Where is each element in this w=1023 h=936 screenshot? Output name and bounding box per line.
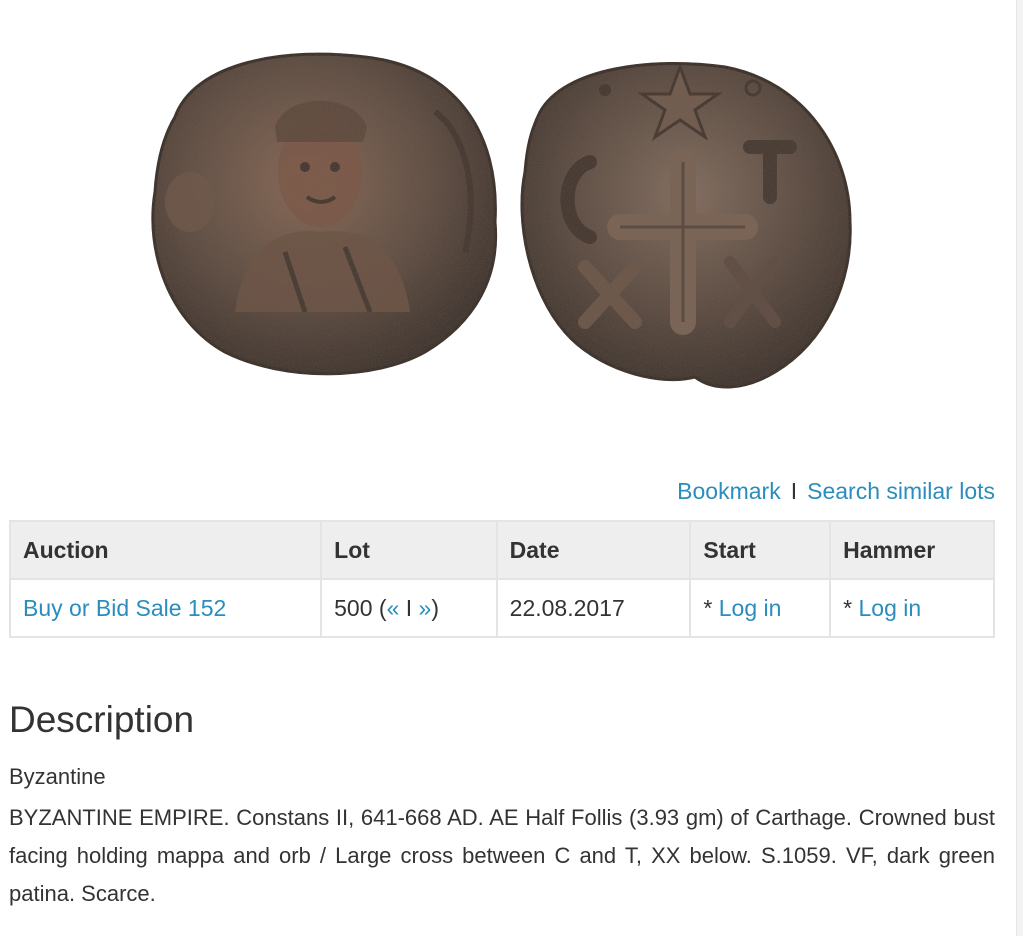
lot-detail-page: Bookmark I Search similar lots Auction Lot… — [0, 0, 1023, 936]
page-scroll-edge — [1016, 0, 1023, 936]
lot-actions: Bookmark I Search similar lots — [677, 476, 995, 506]
table-row: Buy or Bid Sale 152 500 (« I ») 22.08.20… — [8, 578, 995, 638]
hammer-login-link[interactable]: Log in — [859, 595, 922, 621]
coin-reverse-icon — [520, 62, 852, 389]
table-header-row: Auction Lot Date Start Hammer — [8, 520, 995, 580]
next-lot-link[interactable]: » — [419, 595, 432, 621]
coin-obverse-icon — [151, 52, 498, 376]
column-header-auction: Auction — [8, 520, 323, 580]
column-header-hammer: Hammer — [829, 520, 995, 580]
description-heading: Description — [9, 699, 195, 740]
column-header-date: Date — [495, 520, 692, 580]
column-header-lot: Lot — [320, 520, 498, 580]
auction-link[interactable]: Buy or Bid Sale 152 — [23, 595, 226, 621]
date-cell: 22.08.2017 — [495, 578, 692, 638]
hammer-cell: * Log in — [829, 578, 995, 638]
description-category: Byzantine — [9, 764, 106, 789]
description-text: BYZANTINE EMPIRE. Constans II, 641-668 A… — [9, 805, 995, 906]
actions-separator: I — [790, 478, 798, 504]
lot-number: 500 ( — [334, 594, 387, 621]
start-cell: * Log in — [689, 578, 832, 638]
bookmark-link[interactable]: Bookmark — [677, 478, 781, 504]
search-similar-lots-link[interactable]: Search similar lots — [807, 478, 995, 504]
start-login-link[interactable]: Log in — [719, 595, 782, 621]
lot-nav-separator: I — [399, 594, 419, 621]
auction-cell: Buy or Bid Sale 152 — [8, 578, 323, 638]
start-asterisk: * — [703, 594, 719, 621]
lot-close-paren: ) — [431, 594, 440, 621]
lot-info-table: Auction Lot Date Start Hammer Buy or Bid… — [8, 520, 995, 638]
previous-lot-link[interactable]: « — [387, 595, 400, 621]
hammer-asterisk: * — [843, 594, 859, 621]
coin-image — [135, 22, 865, 407]
coin-image-svg — [151, 52, 852, 389]
lot-cell: 500 (« I ») — [320, 578, 498, 638]
column-header-start: Start — [689, 520, 832, 580]
